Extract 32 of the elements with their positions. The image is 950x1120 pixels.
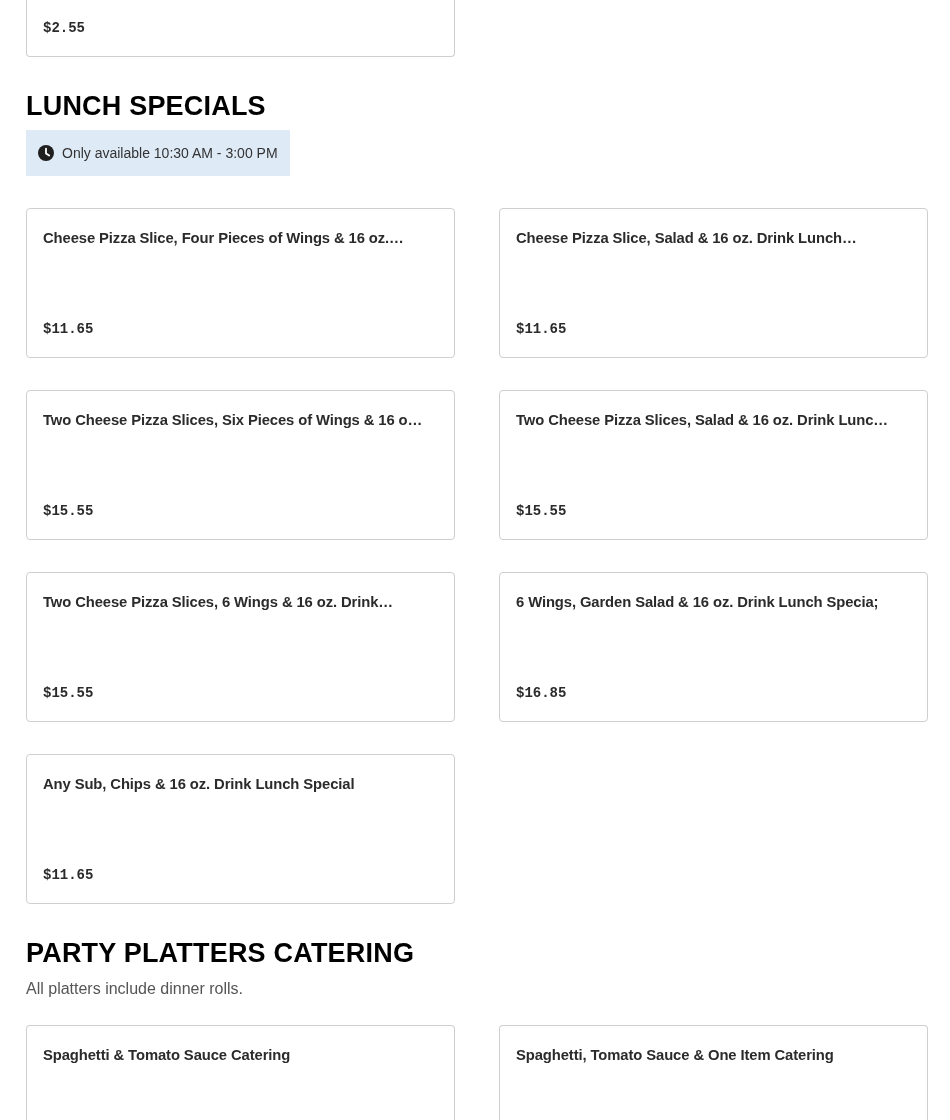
item-name: 6 Wings, Garden Salad & 16 oz. Drink Lunch Specia; (516, 593, 880, 612)
menu-item-card[interactable]: Two Cheese Pizza Slices, Six Pieces of Wings & 16 o… $15.55 (26, 390, 455, 540)
item-price: $16.85 (516, 684, 568, 702)
item-name: Cheese Pizza Slice, Four Pieces of Wings & 16 oz.… (43, 229, 405, 248)
menu-item-card[interactable]: Two Cheese Pizza Slices, Salad & 16 oz. Drink Lunc… $15.55 (499, 390, 928, 540)
item-name: Two Cheese Pizza Slices, Salad & 16 oz. Drink Lunc… (516, 411, 890, 430)
section-heading: PARTY PLATTERS CATERING (26, 937, 416, 970)
menu-item-card[interactable]: Two Cheese Pizza Slices, 6 Wings & 16 oz. Drink… $15.55 (26, 572, 455, 722)
item-name: Spaghetti & Tomato Sauce Catering (43, 1046, 292, 1065)
item-name: Any Sub, Chips & 16 oz. Drink Lunch Special (43, 775, 356, 794)
menu-item-card[interactable]: Spaghetti & Tomato Sauce Catering (26, 1025, 455, 1120)
menu-item-card[interactable]: 6 Wings, Garden Salad & 16 oz. Drink Lunch Specia; $16.85 (499, 572, 928, 722)
item-price: $15.55 (43, 684, 95, 702)
item-price: $15.55 (43, 502, 95, 520)
item-price: $11.65 (43, 320, 95, 338)
section-description: All platters include dinner rolls. (26, 979, 244, 999)
clock-icon (38, 145, 54, 161)
item-price: $2.55 (43, 19, 86, 37)
item-price: $15.55 (516, 502, 568, 520)
menu-item-card[interactable]: Cheese Pizza Slice, Salad & 16 oz. Drink Lunch… $11.65 (499, 208, 928, 358)
item-name: Spaghetti, Tomato Sauce & One Item Catering (516, 1046, 835, 1065)
section-heading: LUNCH SPECIALS (26, 90, 267, 123)
menu-item-card[interactable]: $2.55 (26, 0, 455, 57)
menu-item-card[interactable]: Spaghetti, Tomato Sauce & One Item Catering (499, 1025, 928, 1120)
item-name: Two Cheese Pizza Slices, 6 Wings & 16 oz. Drink… (43, 593, 395, 612)
item-name: Cheese Pizza Slice, Salad & 16 oz. Drink Lunch… (516, 229, 858, 248)
availability-text: Only available 10:30 AM - 3:00 PM (62, 145, 278, 161)
item-price: $11.65 (43, 866, 95, 884)
menu-item-card[interactable]: Cheese Pizza Slice, Four Pieces of Wings & 16 oz.… $11.65 (26, 208, 455, 358)
menu-item-card[interactable]: Any Sub, Chips & 16 oz. Drink Lunch Special $11.65 (26, 754, 455, 904)
item-name: Two Cheese Pizza Slices, Six Pieces of Wings & 16 o… (43, 411, 424, 430)
item-price: $11.65 (516, 320, 568, 338)
